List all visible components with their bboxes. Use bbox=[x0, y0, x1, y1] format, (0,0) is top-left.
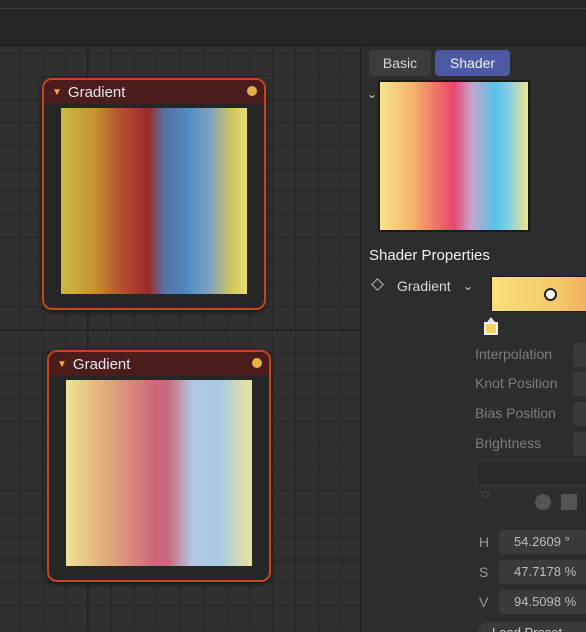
saturation-field[interactable]: 47.7178 % bbox=[499, 560, 586, 584]
properties-panel: Basic Shader ⌄ Shader Properties Gradien… bbox=[360, 47, 586, 632]
collapse-triangle-icon[interactable]: ▼ bbox=[57, 359, 67, 370]
knot-position-field[interactable] bbox=[573, 372, 586, 396]
keyframe-diamond-icon[interactable] bbox=[371, 278, 384, 291]
brightness-label: Brightness bbox=[475, 435, 542, 451]
shader-preview bbox=[378, 80, 530, 232]
node-title: Gradient bbox=[72, 355, 131, 373]
saturation-label: S bbox=[479, 564, 489, 580]
hue-field[interactable]: 54.2609 ° bbox=[499, 530, 586, 554]
output-socket-icon[interactable] bbox=[247, 86, 257, 96]
grid-line bbox=[0, 330, 360, 331]
brightness-field[interactable] bbox=[573, 432, 586, 456]
collapse-triangle-icon[interactable]: ▼ bbox=[52, 87, 62, 98]
interpolation-dropdown[interactable] bbox=[573, 343, 586, 367]
node-header[interactable]: ▼ Gradient bbox=[49, 352, 269, 376]
gradient-node-2[interactable]: ▼ Gradient bbox=[47, 350, 271, 582]
node-editor-canvas[interactable]: ▼ Gradient ▼ Gradient bbox=[0, 47, 360, 632]
gradient-preview bbox=[66, 380, 252, 566]
top-bar bbox=[0, 0, 586, 46]
gradient-property-label: Gradient bbox=[397, 278, 451, 294]
tab-shader[interactable]: Shader bbox=[435, 50, 510, 76]
top-bar-divider bbox=[0, 8, 586, 9]
stop-color-swatch[interactable] bbox=[484, 322, 498, 335]
spinner-arrows-icon[interactable]: ︿ ﹀ bbox=[481, 487, 490, 505]
node-title: Gradient bbox=[67, 83, 126, 101]
color-ramp[interactable] bbox=[491, 276, 586, 312]
knot-position-label: Knot Position bbox=[475, 375, 558, 391]
node-header[interactable]: ▼ Gradient bbox=[44, 80, 264, 104]
circle-mode-icon[interactable] bbox=[535, 494, 551, 510]
grid-line bbox=[318, 47, 319, 632]
value-field[interactable]: 94.5098 % bbox=[499, 590, 586, 614]
bias-position-label: Bias Position bbox=[475, 405, 556, 421]
load-preset-button[interactable]: Load Preset bbox=[478, 622, 586, 632]
gradient-preview bbox=[61, 108, 247, 294]
chevron-down-icon[interactable]: ⌄ bbox=[367, 87, 377, 101]
value-label: V bbox=[479, 594, 489, 610]
chevron-down-icon[interactable]: ⌄ bbox=[463, 279, 473, 293]
tab-basic[interactable]: Basic bbox=[369, 50, 431, 76]
interpolation-label: Interpolation bbox=[475, 346, 553, 362]
output-socket-icon[interactable] bbox=[252, 358, 262, 368]
bias-position-field[interactable] bbox=[573, 402, 586, 426]
ramp-handle[interactable] bbox=[544, 288, 557, 301]
color-stop-marker[interactable] bbox=[484, 317, 498, 335]
square-mode-icon[interactable] bbox=[561, 494, 577, 510]
hue-label: H bbox=[479, 534, 490, 550]
color-wheel-area[interactable] bbox=[475, 460, 586, 486]
shader-properties-title: Shader Properties bbox=[369, 247, 490, 264]
gradient-node-1[interactable]: ▼ Gradient bbox=[42, 78, 266, 310]
